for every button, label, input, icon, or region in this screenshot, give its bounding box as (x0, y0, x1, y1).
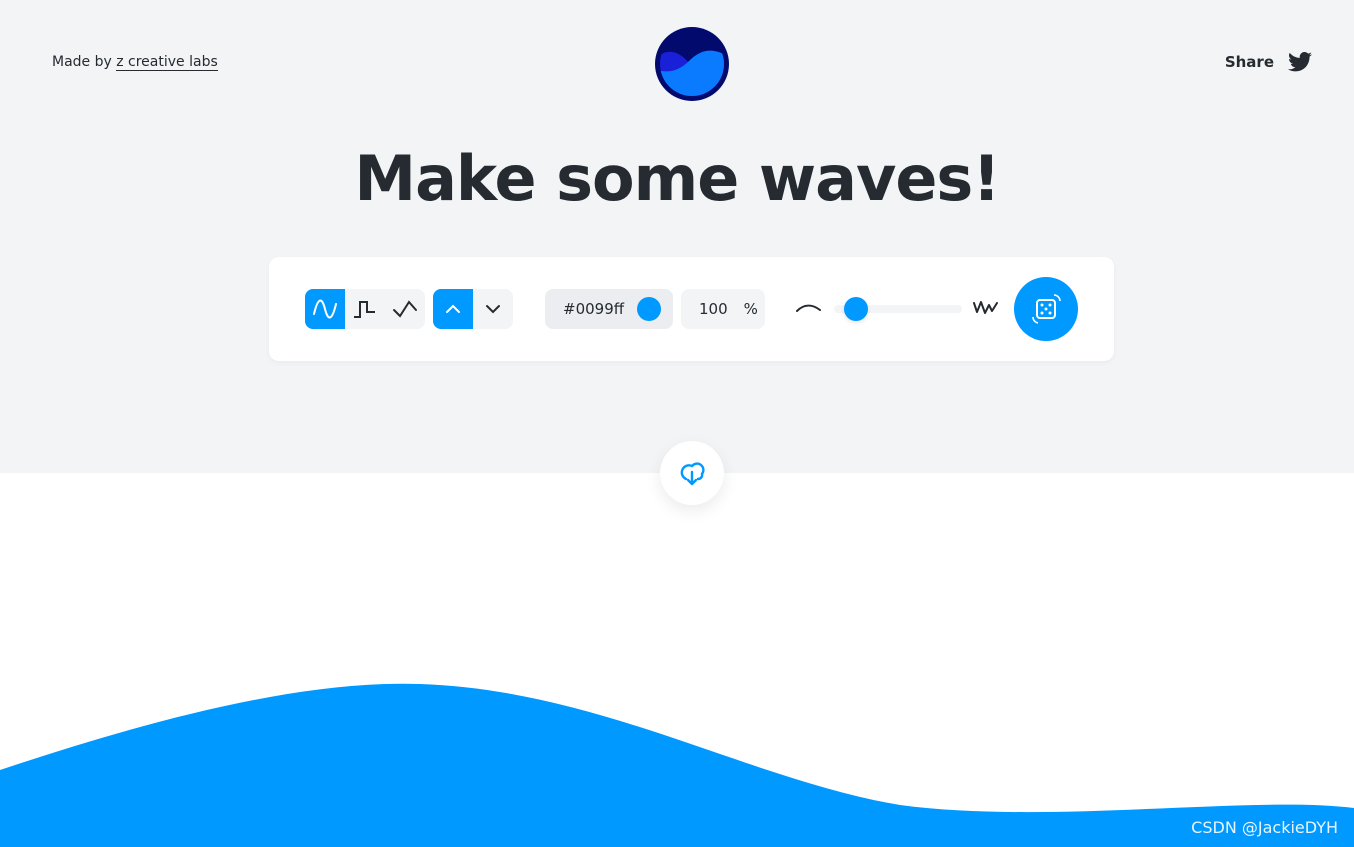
color-swatch[interactable] (637, 297, 661, 321)
share-button[interactable]: Share (1225, 52, 1312, 72)
watermark: CSDN @JackieDYH (1191, 818, 1338, 837)
download-button[interactable] (660, 441, 724, 505)
creator-link[interactable]: z creative labs (116, 54, 218, 71)
peak-wave-button[interactable] (385, 289, 425, 329)
wave-type-group (305, 289, 425, 329)
randomize-button[interactable] (1014, 277, 1078, 341)
page-title: Make some waves! (354, 142, 1000, 215)
step-wave-button[interactable] (345, 289, 385, 329)
wave-shape (0, 683, 1354, 847)
chevron-up-icon (446, 304, 460, 313)
cloud-download-icon (680, 462, 705, 486)
direction-group (433, 289, 513, 329)
direction-down-button[interactable] (473, 289, 513, 329)
color-input[interactable]: #0099ff (545, 289, 673, 329)
opacity-value: 100 (699, 300, 728, 318)
sine-wave-icon (313, 299, 337, 319)
logo[interactable] (655, 27, 729, 101)
dice-icon (1032, 294, 1061, 324)
slider-thumb[interactable] (843, 297, 868, 321)
opacity-input[interactable]: 100 % (681, 289, 765, 329)
smooth-wave-button[interactable] (305, 289, 345, 329)
step-wave-icon (354, 301, 375, 318)
made-by: Made by z creative labs (52, 54, 218, 71)
made-by-label: Made by (52, 54, 112, 70)
high-complexity-icon (973, 301, 998, 314)
direction-up-button[interactable] (433, 289, 473, 329)
chevron-down-icon (486, 305, 500, 314)
share-label: Share (1224, 53, 1274, 71)
peak-wave-icon (393, 300, 417, 318)
color-value: #0099ff (563, 300, 625, 318)
low-complexity-icon (796, 304, 821, 312)
complexity-slider[interactable] (834, 297, 962, 321)
opacity-unit: % (743, 300, 758, 318)
controls-panel: #0099ff 100 % (269, 257, 1114, 361)
twitter-icon (1288, 52, 1312, 72)
